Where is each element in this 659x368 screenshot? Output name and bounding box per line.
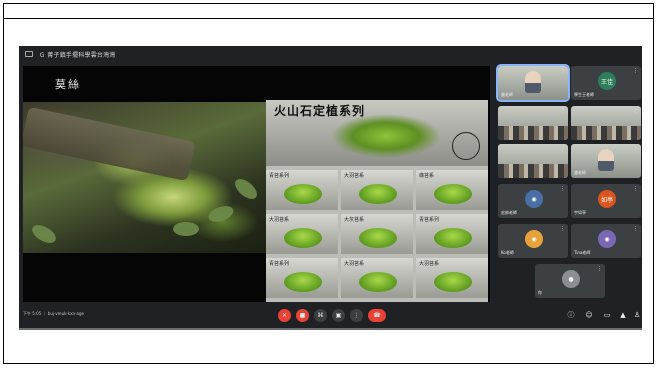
tile-menu-icon[interactable]: ⋮ bbox=[560, 68, 565, 74]
moss-tuft bbox=[359, 228, 397, 248]
participant-tile[interactable]: 王佳 ⋮ 學生王老師 bbox=[571, 66, 641, 100]
cell-label: 大羽苔系 bbox=[269, 217, 290, 223]
avatar: ◉ bbox=[525, 230, 543, 248]
more-options-button[interactable]: ⋮ bbox=[350, 309, 363, 322]
cell-label: 青苔系列 bbox=[419, 217, 440, 223]
avatar: ◉ bbox=[525, 190, 543, 208]
participant-tile[interactable]: ⋮ 盧老師 bbox=[496, 64, 570, 102]
cell-label: 大羽苔系 bbox=[344, 173, 365, 179]
cell-label: 大羽苔系 bbox=[419, 261, 440, 267]
info-icon[interactable]: ⓘ bbox=[567, 311, 575, 319]
present-button[interactable]: ▣ bbox=[332, 309, 345, 322]
moss-tuft bbox=[359, 272, 397, 292]
camera-off-button[interactable]: ■ bbox=[296, 309, 309, 322]
people-icon[interactable]: ☺ bbox=[585, 311, 593, 319]
meet-logo-icon bbox=[25, 51, 33, 57]
moss-sample-cell: 青苔系列 bbox=[266, 170, 338, 210]
participant-tile[interactable]: ◉ ⋮ Tina老師 bbox=[571, 224, 641, 258]
moss-tuft bbox=[434, 184, 472, 204]
moss-tuft bbox=[434, 228, 472, 248]
meet-window: Ｇ 菁子鎮手擺科學雲台灣灣 莫絲 火山石定植系列 青苔系列 大羽苔系 綠苔系 大羽苔系… bbox=[19, 46, 642, 328]
cell-label: 青苔系列 bbox=[269, 261, 290, 267]
moss-log bbox=[23, 106, 196, 182]
participant-tile[interactable]: ⋮ bbox=[571, 106, 641, 140]
participant-name: Tina老師 bbox=[574, 250, 591, 255]
classroom-video bbox=[571, 126, 641, 140]
participant-tile[interactable]: ⋮ bbox=[498, 144, 568, 178]
activities-icon[interactable]: ▲ bbox=[619, 311, 627, 319]
meeting-info: 下午 5:05 ｜ buj-vmuk-kxn-age bbox=[23, 311, 84, 316]
tile-menu-icon[interactable]: ⋮ bbox=[633, 226, 638, 232]
end-call-button[interactable]: ☎ bbox=[368, 309, 386, 322]
avatar: 王佳 bbox=[598, 72, 616, 90]
slide-title: 莫絲 bbox=[55, 78, 81, 91]
participant-name: 學生王老師 bbox=[574, 92, 594, 97]
cell-label: 大灰苔系 bbox=[344, 217, 365, 223]
moss-tuft bbox=[284, 184, 322, 204]
leaf bbox=[206, 202, 236, 226]
moss-sample-cell: 大灰苔系 bbox=[341, 214, 413, 254]
captions-button[interactable]: ⌘ bbox=[314, 309, 327, 322]
tile-menu-icon[interactable]: ⋮ bbox=[633, 146, 638, 152]
avatar: ● bbox=[562, 270, 580, 288]
tile-menu-icon[interactable]: ⋮ bbox=[560, 186, 565, 192]
tile-menu-icon[interactable]: ⋮ bbox=[560, 146, 565, 152]
moss-sample-cell: 大羽苔系 bbox=[416, 258, 488, 298]
classroom-video bbox=[498, 126, 568, 140]
classroom-video bbox=[498, 164, 568, 178]
tile-menu-icon[interactable]: ⋮ bbox=[633, 108, 638, 114]
lock-icon[interactable]: ♙ bbox=[633, 311, 641, 319]
participant-tile[interactable]: 如亭 ⋮ 宇如亭 bbox=[571, 184, 641, 218]
participant-name: 你 bbox=[538, 290, 542, 295]
participant-tile[interactable]: ⋮ bbox=[498, 106, 568, 140]
participant-name: Ko老師 bbox=[501, 250, 514, 255]
presentation-area: 莫絲 火山石定植系列 青苔系列 大羽苔系 綠苔系 大羽苔系 大灰苔系 青苔系列 青苔系列 大羽… bbox=[23, 66, 490, 302]
moss-sample-cell: 大羽苔系 bbox=[341, 170, 413, 210]
poster-title: 火山石定植系列 bbox=[274, 104, 366, 118]
participant-tile[interactable]: ◉ ⋮ Ko老師 bbox=[498, 224, 568, 258]
moss-photo bbox=[23, 102, 266, 253]
window-title: Ｇ 菁子鎮手擺科學雲台灣灣 bbox=[39, 51, 116, 59]
moss-tuft bbox=[284, 272, 322, 292]
participant-tile[interactable]: ● ⋮ 你 bbox=[535, 264, 605, 298]
tile-menu-icon[interactable]: ⋮ bbox=[597, 266, 602, 272]
moss-tuft bbox=[359, 184, 397, 204]
cell-label: 大羽苔系 bbox=[344, 261, 365, 267]
tile-menu-icon[interactable]: ⋮ bbox=[560, 108, 565, 114]
moss-sample-cell: 大羽苔系 bbox=[341, 258, 413, 298]
avatar: ◉ bbox=[598, 230, 616, 248]
cell-label: 青苔系列 bbox=[269, 173, 290, 179]
moss-sample-cell: 綠苔系 bbox=[416, 170, 488, 210]
taskbar-edge bbox=[19, 328, 642, 330]
moss-tuft bbox=[434, 272, 472, 292]
moss-sample-cell: 青苔系列 bbox=[266, 258, 338, 298]
participant-name: 盧老師 bbox=[574, 170, 586, 175]
tile-menu-icon[interactable]: ⋮ bbox=[633, 68, 638, 74]
avatar: 如亭 bbox=[598, 190, 616, 208]
participant-tile[interactable]: ⋮ 盧老師 bbox=[571, 144, 641, 178]
participant-video bbox=[598, 149, 614, 171]
moss-sample-cell: 大羽苔系 bbox=[266, 214, 338, 254]
window-title-bar: Ｇ 菁子鎮手擺科學雲台灣灣 bbox=[19, 46, 642, 62]
seal-icon bbox=[452, 132, 480, 160]
participant-tile[interactable]: ◉ ⋮ 宏帥老師 bbox=[498, 184, 568, 218]
poster-slide: 火山石定植系列 青苔系列 大羽苔系 綠苔系 大羽苔系 大灰苔系 青苔系列 青苔系列 大羽苔系大… bbox=[266, 100, 488, 302]
participant-name: 盧老師 bbox=[501, 92, 513, 97]
participant-video bbox=[525, 71, 541, 93]
cell-label: 綠苔系 bbox=[419, 173, 435, 179]
control-bar: 下午 5:05 ｜ buj-vmuk-kxn-age ✕ ■ ⌘ ▣ ⋮ ☎ ⓘ… bbox=[19, 303, 642, 328]
leaf bbox=[173, 222, 199, 236]
tile-menu-icon[interactable]: ⋮ bbox=[560, 226, 565, 232]
leaf bbox=[29, 221, 59, 247]
chat-icon[interactable]: ▭ bbox=[603, 311, 611, 319]
participant-name: 宇如亭 bbox=[574, 210, 586, 215]
participant-name: 宏帥老師 bbox=[501, 210, 517, 215]
mic-off-button[interactable]: ✕ bbox=[278, 309, 291, 322]
leaf bbox=[231, 175, 261, 203]
moss-tuft bbox=[284, 228, 322, 248]
moss-sample-cell: 青苔系列 bbox=[416, 214, 488, 254]
tile-menu-icon[interactable]: ⋮ bbox=[633, 186, 638, 192]
